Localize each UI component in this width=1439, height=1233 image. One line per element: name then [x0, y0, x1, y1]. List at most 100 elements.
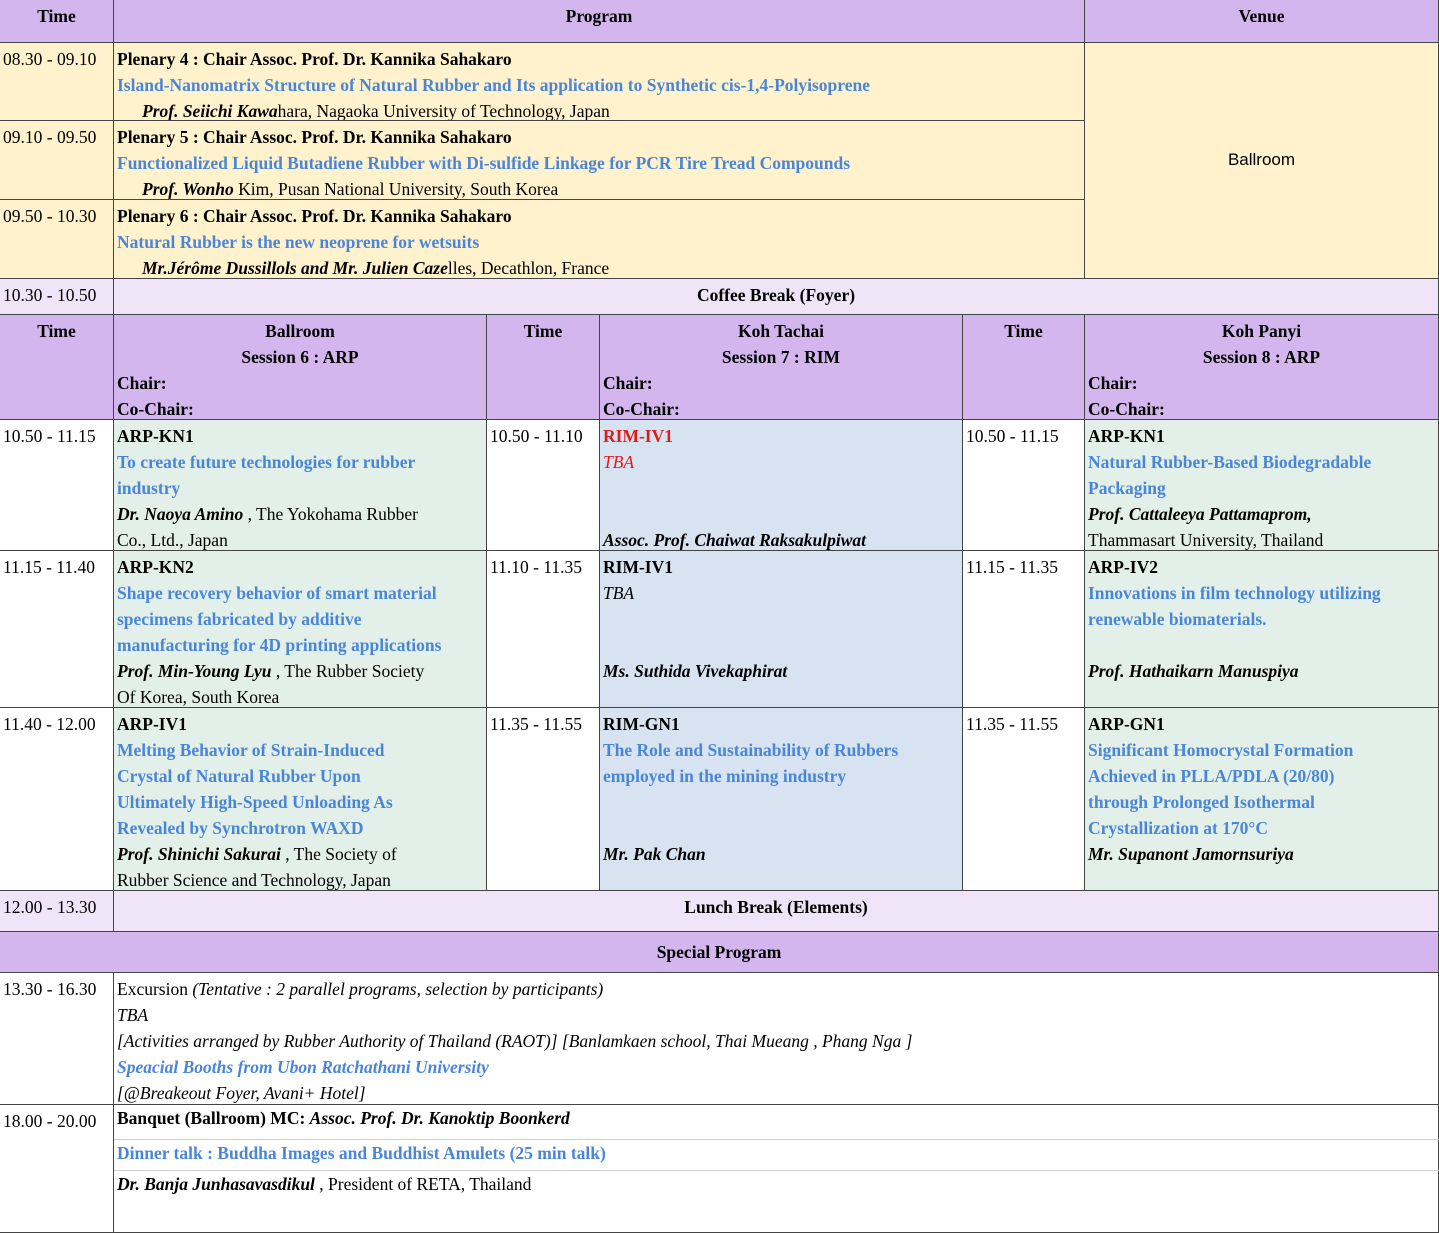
talk-title: To create future technologies for rubber: [117, 452, 416, 472]
talk-koh-tachai: RIM-IV1 TBA Ms. Suthida Vivekaphirat: [600, 551, 963, 708]
session-header-time: Time: [963, 315, 1085, 420]
lunch-break: Lunch Break (Elements): [114, 891, 1439, 932]
banquet-time: 18.00 - 20.00: [0, 1105, 114, 1233]
talk-title: Revealed by Synchrotron WAXD: [117, 818, 364, 838]
plenary-speaker: Mr.Jérôme Dussillols and Mr. Julien Caze: [142, 258, 448, 278]
talk-affiliation: Rubber Science and Technology, Japan: [117, 870, 391, 890]
slot-time: 10.50 - 11.15: [0, 420, 114, 551]
plenary-affiliation: lles, Decathlon, France: [447, 258, 610, 278]
room-name: Koh Panyi: [1221, 321, 1302, 341]
header-time: Time: [0, 0, 114, 43]
talk-affiliation: Of Korea, South Korea: [117, 687, 280, 707]
excursion-note: (Tentative : 2 parallel programs, select…: [192, 979, 604, 999]
slot-time: 11.40 - 12.00: [0, 708, 114, 891]
talk-affiliation: Co., Ltd., Japan: [117, 530, 228, 550]
talk-title: Packaging: [1088, 478, 1166, 498]
plenary-affiliation: Kim, Pusan National University, South Ko…: [233, 179, 559, 199]
banquet-label: Banquet (Ballroom) MC:: [117, 1108, 310, 1128]
lunch-time: 12.00 - 13.30: [0, 891, 114, 932]
talk-speaker: Dr. Naoya Amino: [117, 504, 244, 524]
dinner-affiliation: , President of RETA, Thailand: [314, 1174, 532, 1194]
slot-time: 11.10 - 11.35: [487, 551, 600, 708]
plenary-4-time: 08.30 - 09.10: [0, 43, 114, 121]
talk-title: Natural Rubber-Based Biodegradable: [1088, 452, 1372, 472]
talk-title: manufacturing for 4D printing applicatio…: [117, 635, 442, 655]
plenary-6: Plenary 6 : Chair Assoc. Prof. Dr. Kanni…: [114, 200, 1085, 279]
session-header-time: Time: [0, 315, 114, 420]
talk-speaker: Ms. Suthida Vivekaphirat: [603, 661, 788, 681]
excursion: Excursion (Tentative : 2 parallel progra…: [114, 973, 1439, 1105]
talk-code: RIM-IV1: [603, 557, 673, 577]
header-venue: Venue: [1085, 0, 1439, 43]
talk-speaker: Mr. Pak Chan: [603, 844, 706, 864]
plenary-4: Plenary 4 : Chair Assoc. Prof. Dr. Kanni…: [114, 43, 1085, 121]
plenary-venue: Ballroom: [1085, 43, 1439, 279]
talk-title: Ultimately High-Speed Unloading As: [117, 792, 393, 812]
session-chair: Chair:: [117, 373, 167, 393]
slot-time: 11.35 - 11.55: [487, 708, 600, 891]
talk-code: ARP-KN2: [117, 557, 194, 577]
talk-code: ARP-KN1: [117, 426, 194, 446]
talk-title: TBA: [603, 583, 635, 603]
plenary-title: Island-Nanomatrix Structure of Natural R…: [117, 75, 871, 95]
slot-time: 10.50 - 11.10: [487, 420, 600, 551]
banquet-divider: [114, 1170, 1439, 1171]
session-header-ballroom: Ballroom Session 6 : ARP Chair: Co-Chair…: [114, 315, 487, 420]
talk-speaker: Mr. Supanont Jamornsuriya: [1088, 844, 1294, 864]
talk-speaker: Assoc. Prof. Chaiwat Raksakulpiwat: [603, 530, 867, 550]
session-chair: Chair:: [1088, 373, 1138, 393]
plenary-speaker: Prof. Wonho: [142, 179, 234, 199]
session-cochair: Co-Chair:: [1088, 399, 1165, 419]
talk-koh-tachai: RIM-IV1 TBA Assoc. Prof. Chaiwat Raksaku…: [600, 420, 963, 551]
header-program: Program: [114, 0, 1085, 43]
room-name: Koh Tachai: [737, 321, 825, 341]
talk-title: TBA: [603, 452, 635, 472]
plenary-chair: Plenary 6 : Chair Assoc. Prof. Dr. Kanni…: [117, 206, 512, 226]
room-name: Ballroom: [265, 321, 335, 341]
banquet: Banquet (Ballroom) MC: Assoc. Prof. Dr. …: [114, 1105, 1439, 1233]
talk-code: ARP-IV2: [1088, 557, 1158, 577]
talk-title: Melting Behavior of Strain-Induced: [117, 740, 385, 760]
excursion-time: 13.30 - 16.30: [0, 973, 114, 1105]
talk-title: Significant Homocrystal Formation: [1088, 740, 1354, 760]
excursion-tba: TBA: [117, 1005, 149, 1025]
plenary-title: Natural Rubber is the new neoprene for w…: [117, 232, 480, 252]
excursion-activities: [Activities arranged by Rubber Authority…: [117, 1031, 913, 1051]
talk-affiliation: , The Society of: [280, 844, 397, 864]
talk-affiliation: , The Yokohama Rubber: [243, 504, 418, 524]
talk-koh-tachai: RIM-GN1 The Role and Sustainability of R…: [600, 708, 963, 891]
plenary-speaker: Prof. Seiichi Kawa: [142, 101, 278, 121]
talk-code: RIM-GN1: [603, 714, 680, 734]
talk-code: RIM-IV1: [603, 426, 673, 446]
talk-title: The Role and Sustainability of Rubbers: [603, 740, 899, 760]
slot-time: 11.15 - 11.35: [963, 551, 1085, 708]
dinner-talk: Dinner talk : Buddha Images and Buddhist…: [117, 1143, 606, 1163]
slot-time: 10.50 - 11.15: [963, 420, 1085, 551]
banquet-divider: [114, 1139, 1439, 1140]
talk-title: industry: [117, 478, 181, 498]
talk-ballroom: ARP-KN1 To create future technologies fo…: [114, 420, 487, 551]
slot-time: 11.35 - 11.55: [963, 708, 1085, 891]
plenary-chair: Plenary 5 : Chair Assoc. Prof. Dr. Kanni…: [117, 127, 512, 147]
talk-speaker: Prof. Cattaleeya Pattamaprom,: [1088, 504, 1312, 524]
talk-code: ARP-IV1: [117, 714, 187, 734]
talk-koh-panyi: ARP-IV2 Innovations in film technology u…: [1085, 551, 1439, 708]
talk-title: employed in the mining industry: [603, 766, 847, 786]
talk-code: ARP-GN1: [1088, 714, 1165, 734]
session-name: Session 8 : ARP: [1202, 347, 1321, 367]
talk-affiliation: Thammasart University, Thailand: [1088, 530, 1324, 550]
plenary-title: Functionalized Liquid Butadiene Rubber w…: [117, 153, 851, 173]
session-chair: Chair:: [603, 373, 653, 393]
session-header-time: Time: [487, 315, 600, 420]
talk-koh-panyi: ARP-GN1 Significant Homocrystal Formatio…: [1085, 708, 1439, 891]
talk-ballroom: ARP-KN2 Shape recovery behavior of smart…: [114, 551, 487, 708]
excursion-location: [@Breakeout Foyer, Avani+ Hotel]: [117, 1083, 366, 1103]
session-name: Session 6 : ARP: [241, 347, 359, 367]
plenary-chair: Plenary 4 : Chair Assoc. Prof. Dr. Kanni…: [117, 49, 512, 69]
excursion-booths: Speacial Booths from Ubon Ratchathani Un…: [117, 1057, 489, 1077]
talk-title: Innovations in film technology utilizing: [1088, 583, 1381, 603]
talk-speaker: Prof. Shinichi Sakurai: [117, 844, 281, 864]
talk-koh-panyi: ARP-KN1 Natural Rubber-Based Biodegradab…: [1085, 420, 1439, 551]
session-cochair: Co-Chair:: [117, 399, 194, 419]
excursion-label: Excursion: [117, 979, 193, 999]
